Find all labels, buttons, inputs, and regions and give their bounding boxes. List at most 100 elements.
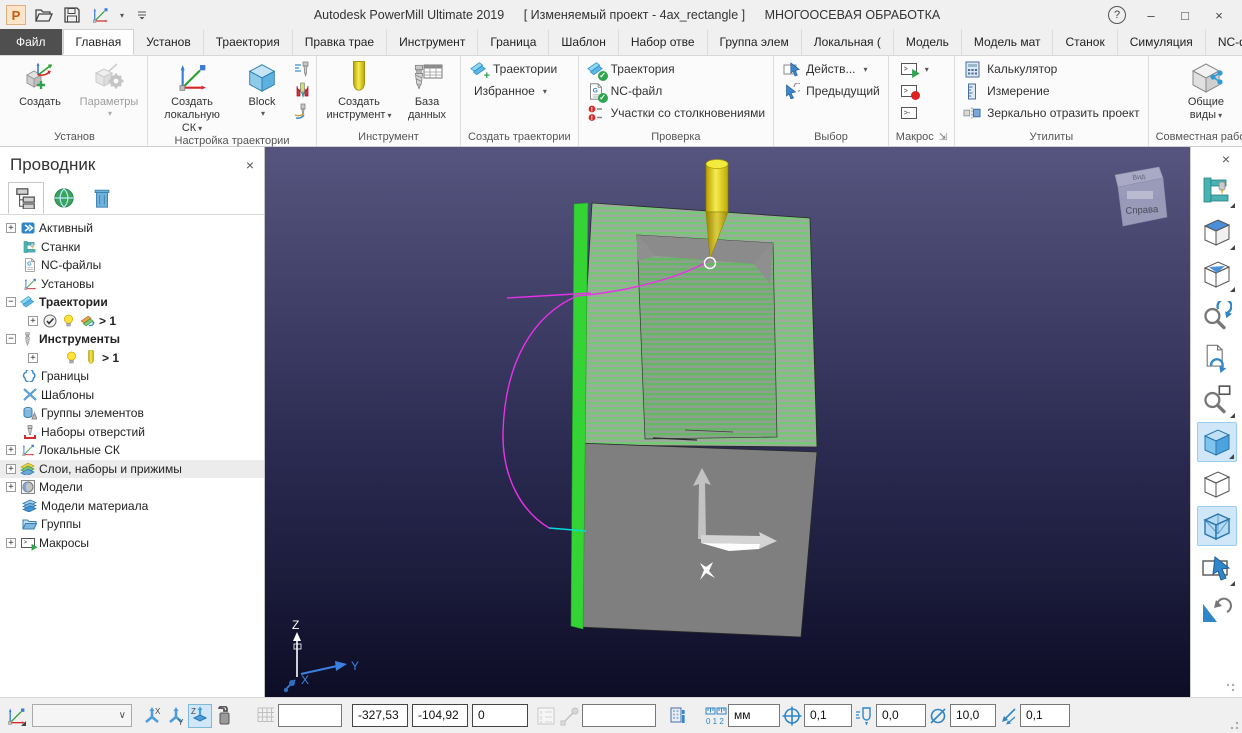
- tree-item-toolpath-1[interactable]: + > 1: [0, 312, 264, 331]
- viewport-3d[interactable]: Справа Вид Z Y X: [265, 147, 1190, 697]
- customize-toolbar-icon[interactable]: [132, 5, 152, 25]
- selection-mode-button[interactable]: [1197, 548, 1237, 588]
- minimize-button[interactable]: –: [1136, 4, 1166, 26]
- verify-ncfile-button[interactable]: G ✓ NC-файл: [584, 80, 666, 103]
- tree-item-levels-sets[interactable]: + Слои, наборы и прижимы: [0, 459, 264, 478]
- tree-item-hole-sets[interactable]: Наборы отверстий: [0, 423, 264, 442]
- close-button[interactable]: ×: [1204, 4, 1234, 26]
- tool-database-button[interactable]: База данных: [399, 58, 455, 122]
- point-field[interactable]: [582, 704, 656, 727]
- expand-icon[interactable]: +: [6, 463, 16, 474]
- tab-model[interactable]: Модель: [894, 29, 962, 55]
- explorer-trash-tab[interactable]: [84, 182, 120, 214]
- coord-x-field[interactable]: -327,53: [352, 704, 408, 727]
- expand-icon[interactable]: +: [28, 315, 38, 326]
- shared-views-button[interactable]: Общие виды ▾: [1173, 58, 1239, 122]
- help-button[interactable]: ?: [1102, 4, 1132, 26]
- expand-icon[interactable]: +: [6, 537, 16, 548]
- tree-item-machines[interactable]: Станки: [0, 238, 264, 257]
- save-project-icon[interactable]: [62, 5, 82, 25]
- view-toolbar-close-icon[interactable]: ×: [1222, 147, 1242, 169]
- tab-hole-set[interactable]: Набор отве: [619, 29, 708, 55]
- tool-create-button[interactable]: Создать инструмент ▾: [322, 58, 396, 122]
- iso-view-button[interactable]: [1197, 212, 1237, 252]
- zoom-fit-button[interactable]: [1197, 296, 1237, 336]
- tolerance-field[interactable]: 0,1: [804, 704, 852, 727]
- tab-feature-group[interactable]: Группа элем: [708, 29, 802, 55]
- tree-item-groups[interactable]: Группы: [0, 515, 264, 534]
- tab-stock-model[interactable]: Модель мат: [962, 29, 1054, 55]
- select-actions-button[interactable]: Действ... ▾: [779, 58, 870, 80]
- shaded-wireframe-view-button[interactable]: [1196, 506, 1237, 546]
- thickness-field[interactable]: 0,0: [876, 704, 926, 727]
- top-view-button[interactable]: [1197, 254, 1237, 294]
- wireframe-view-button[interactable]: [1197, 464, 1237, 504]
- axis-y-lock-icon[interactable]: Y: [164, 704, 188, 728]
- setup-create-button[interactable]: Создать: [7, 58, 73, 109]
- macro-run-button[interactable]: > ▾: [898, 58, 932, 80]
- refresh-view-button[interactable]: [1197, 338, 1237, 378]
- tree-item-models[interactable]: + Модели: [0, 478, 264, 497]
- workplane-create-button[interactable]: Создать локальную СК ▾: [153, 58, 231, 135]
- expand-icon[interactable]: +: [6, 223, 16, 234]
- tab-tool[interactable]: Инструмент: [387, 29, 479, 55]
- undo-view-button[interactable]: [1197, 590, 1237, 630]
- workplane-dropdown[interactable]: ∨: [32, 704, 132, 727]
- clamp-icon[interactable]: [212, 704, 236, 728]
- macro-dialog-launcher-icon[interactable]: ⇲: [939, 132, 947, 143]
- tree-item-feature-groups[interactable]: Группы элементов: [0, 404, 264, 423]
- maximize-button[interactable]: □: [1170, 4, 1200, 26]
- expand-icon[interactable]: +: [28, 352, 38, 363]
- tab-setup[interactable]: Установ: [134, 29, 204, 55]
- tree-item-ncfiles[interactable]: G NC-файлы: [0, 256, 264, 275]
- toolpaths-strategies-button[interactable]: + Траектории: [466, 58, 560, 82]
- grid-icon[interactable]: [254, 704, 278, 728]
- macro-record-button[interactable]: >: [898, 80, 920, 102]
- tree-item-active[interactable]: + Активный: [0, 219, 264, 238]
- feeds-speeds-icon[interactable]: [293, 60, 311, 78]
- tab-toolpath[interactable]: Траектория: [204, 29, 293, 55]
- explorer-tree-tab[interactable]: [8, 182, 44, 214]
- angle-field[interactable]: 0,1: [1020, 704, 1070, 727]
- collapse-icon[interactable]: −: [6, 334, 16, 345]
- viewcube[interactable]: Справа Вид: [1114, 166, 1168, 227]
- collapse-icon[interactable]: −: [6, 297, 16, 308]
- coord-y-field[interactable]: -104,92: [412, 704, 468, 727]
- diameter-field[interactable]: 10,0: [950, 704, 996, 727]
- workplane-caret-icon[interactable]: ▾: [120, 11, 124, 20]
- explorer-web-tab[interactable]: [46, 182, 82, 214]
- collision-segments-button[interactable]: ! ! Участки со столкновениями: [584, 102, 769, 124]
- tree-item-setups[interactable]: Установы: [0, 275, 264, 294]
- point-pick-icon[interactable]: [558, 704, 582, 728]
- tree-item-macros[interactable]: + > Макросы: [0, 534, 264, 553]
- leads-links-icon[interactable]: [293, 102, 311, 120]
- tab-toolpath-edit[interactable]: Правка трае: [293, 29, 388, 55]
- tab-boundary[interactable]: Граница: [478, 29, 550, 55]
- select-previous-button[interactable]: Предыдущий: [779, 80, 883, 102]
- tab-home[interactable]: Главная: [62, 29, 135, 55]
- tool-holder-icon[interactable]: [293, 81, 311, 99]
- tab-machine[interactable]: Станок: [1053, 29, 1118, 55]
- tree-item-boundaries[interactable]: Границы: [0, 367, 264, 386]
- shaded-view-button[interactable]: [1196, 422, 1237, 462]
- xyz-list-icon[interactable]: xyz: [534, 704, 558, 728]
- calculator-button[interactable]: Калькулятор: [960, 58, 1060, 80]
- mirror-project-button[interactable]: Зеркально отразить проект: [960, 102, 1142, 124]
- tab-workplane[interactable]: Локальная (: [802, 29, 894, 55]
- measure-button[interactable]: Измерение: [960, 80, 1052, 102]
- toolbar-resize-grip[interactable]: [1226, 683, 1236, 693]
- window-resize-grip[interactable]: [1229, 720, 1239, 730]
- open-project-icon[interactable]: [34, 5, 54, 25]
- tree-item-toolpaths[interactable]: − Траектории: [0, 293, 264, 312]
- explorer-close-icon[interactable]: ×: [246, 157, 254, 173]
- expand-icon[interactable]: +: [6, 445, 16, 456]
- tree-item-stock-models[interactable]: Модели материала: [0, 497, 264, 516]
- expand-icon[interactable]: +: [6, 482, 16, 493]
- machine-view-button[interactable]: [1197, 170, 1237, 210]
- block-button[interactable]: Block ▾: [234, 58, 290, 118]
- tree-item-workplanes[interactable]: + Локальные СК: [0, 441, 264, 460]
- macro-console-button[interactable]: >-: [898, 102, 920, 124]
- favorites-button[interactable]: Избранное ▾: [466, 80, 550, 102]
- tab-ncfile[interactable]: NC-файл: [1206, 29, 1242, 55]
- setup-params-button[interactable]: Параметры ▾: [76, 58, 142, 118]
